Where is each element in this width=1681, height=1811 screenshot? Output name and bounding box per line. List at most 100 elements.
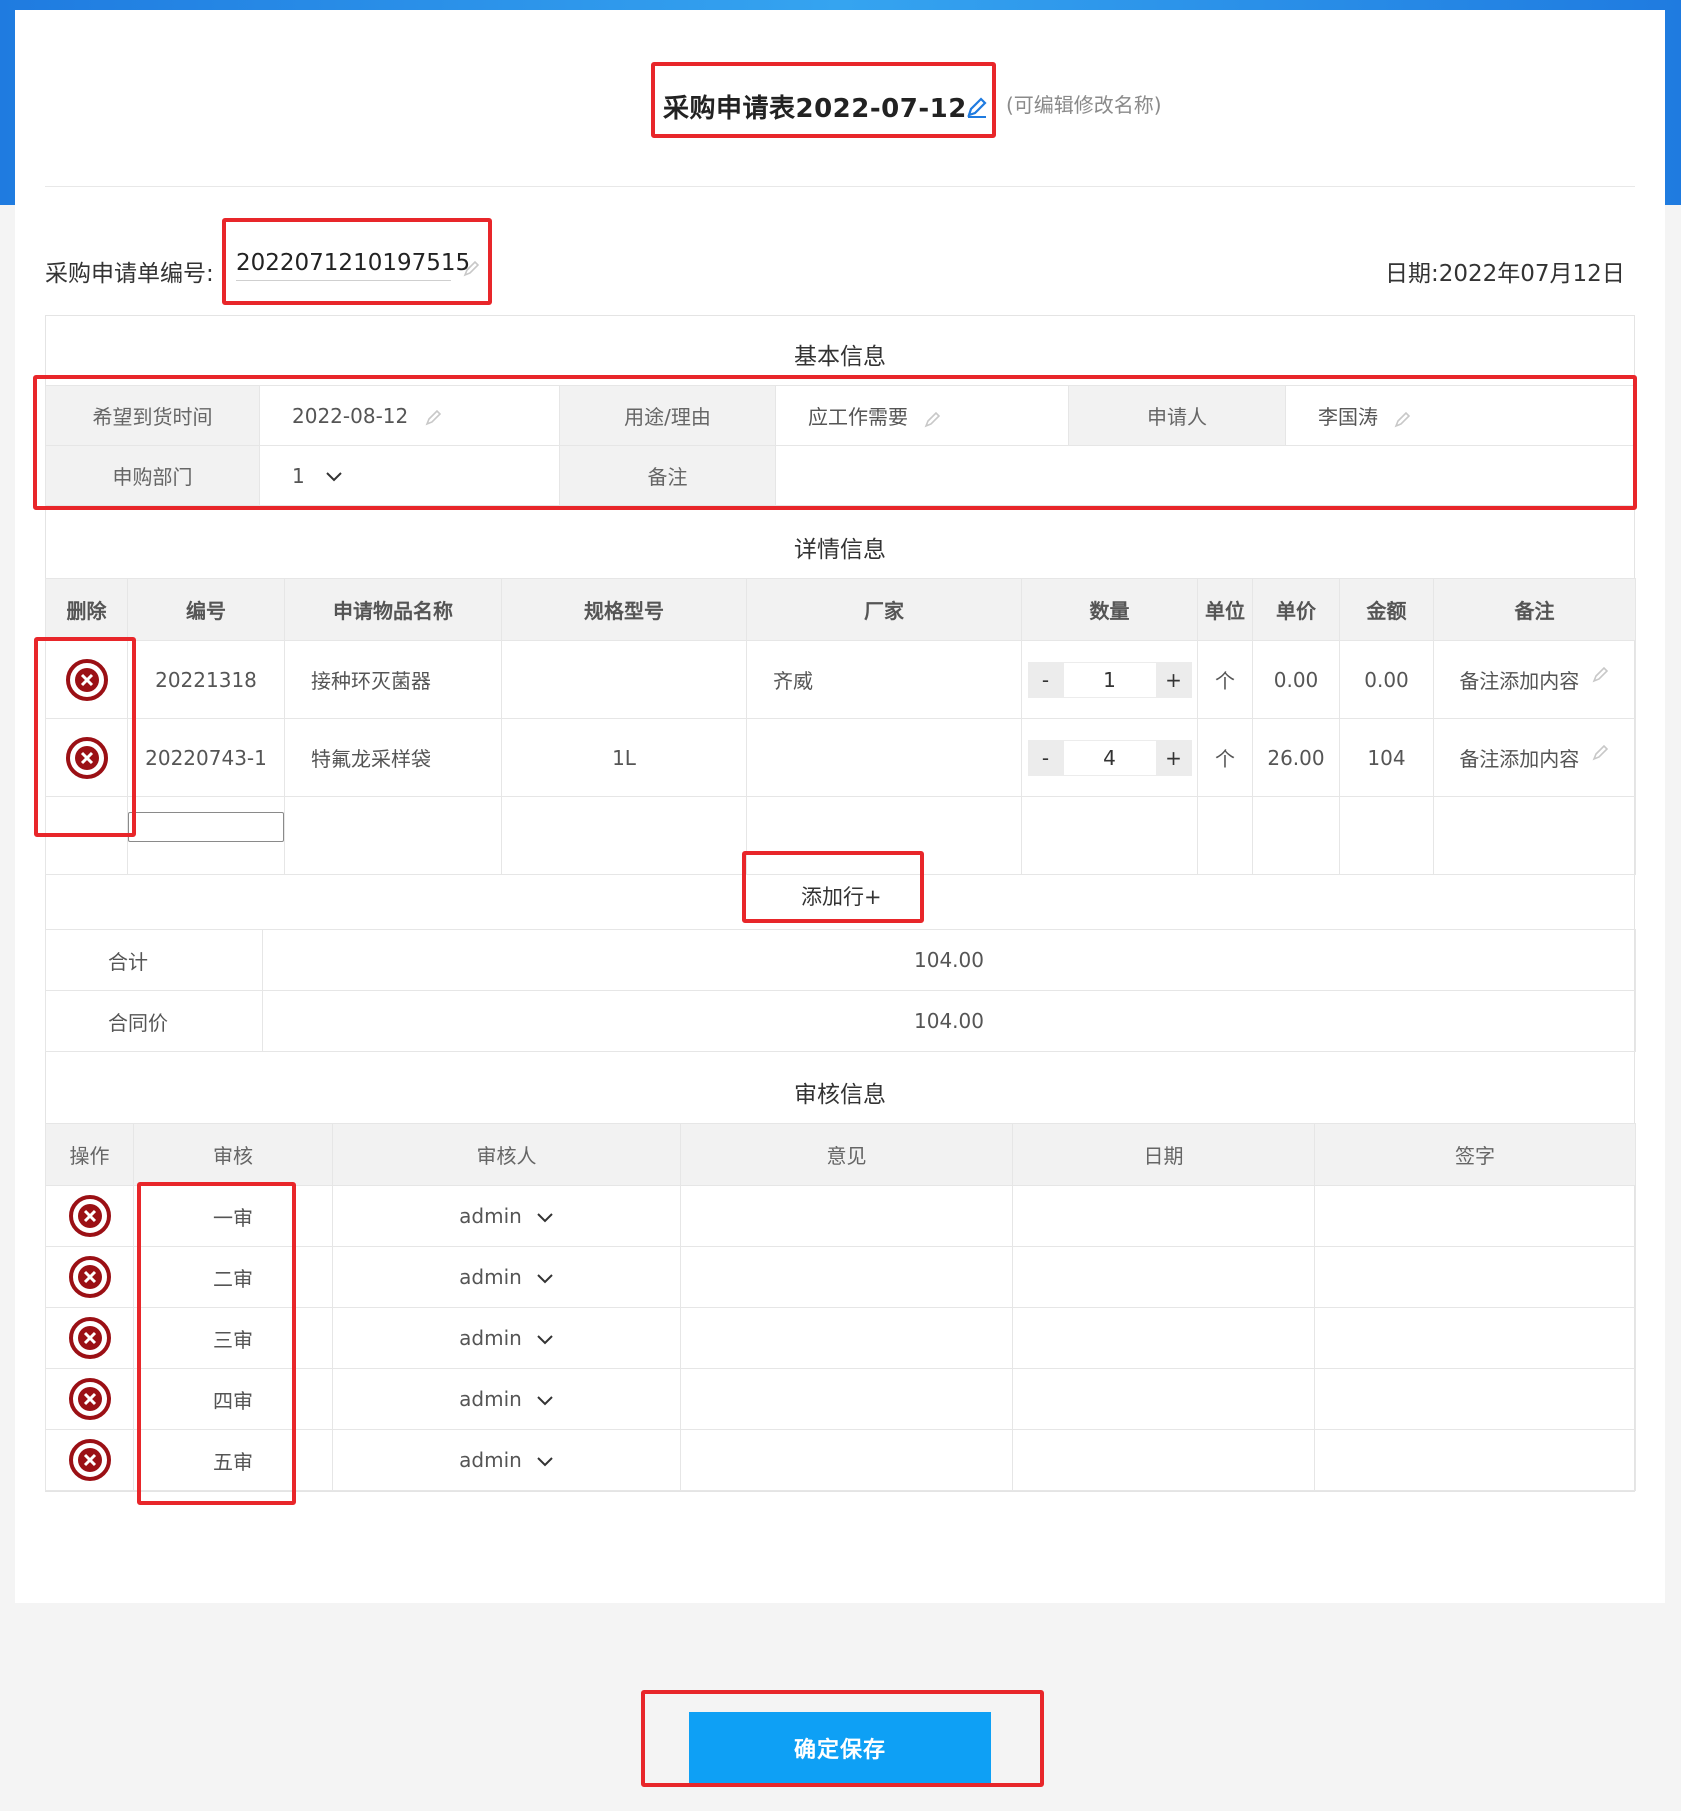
department-select[interactable]: 1	[259, 445, 560, 506]
delete-circle-icon[interactable]	[64, 657, 110, 703]
form-date: 日期:2022年07月12日	[1385, 261, 1625, 287]
item-code: 20220743-1	[127, 718, 285, 797]
item-code: 20221318	[127, 640, 285, 719]
detail-section-title: 详情信息	[794, 537, 886, 563]
item-unit: 个	[1197, 718, 1253, 797]
pencil-icon[interactable]	[1592, 665, 1610, 683]
total-value: 104.00	[262, 929, 1636, 991]
total-label: 合计	[45, 929, 263, 991]
table-row: 三审 admin	[45, 1307, 1636, 1369]
increment-button[interactable]: +	[1155, 739, 1192, 776]
audit-level: 四审	[133, 1368, 333, 1430]
audit-level: 三审	[133, 1307, 333, 1369]
col-note: 备注	[1433, 578, 1636, 641]
col-price: 单价	[1252, 578, 1340, 641]
table-row: 一审 admin	[45, 1185, 1636, 1247]
arrival-time-label: 希望到货时间	[45, 385, 260, 446]
save-button[interactable]: 确定保存	[689, 1712, 991, 1783]
item-amount: 0.00	[1339, 640, 1434, 719]
remark-field[interactable]	[775, 445, 1636, 506]
delete-cell	[45, 718, 128, 797]
add-row-button[interactable]: 添加行+	[801, 881, 882, 911]
col-operation: 操作	[45, 1123, 134, 1186]
item-name: 接种环灭菌器	[284, 640, 502, 719]
col-maker: 厂家	[746, 578, 1022, 641]
col-audit-date: 日期	[1012, 1123, 1315, 1186]
pencil-icon[interactable]	[966, 96, 988, 118]
item-note-field[interactable]: 备注添加内容	[1433, 718, 1636, 797]
chevron-down-icon	[537, 1212, 553, 1222]
opinion-cell[interactable]	[680, 1368, 1013, 1430]
form-title[interactable]: 采购申请表2022-07-12	[663, 88, 967, 125]
item-spec	[501, 640, 747, 719]
signature-cell	[1314, 1246, 1636, 1308]
delete-circle-icon[interactable]	[67, 1315, 113, 1361]
chevron-down-icon	[537, 1456, 553, 1466]
remark-label: 备注	[559, 445, 776, 506]
col-spec: 规格型号	[501, 578, 747, 641]
quantity-input[interactable]: 4	[1063, 739, 1156, 776]
delete-circle-icon[interactable]	[67, 1254, 113, 1300]
opinion-cell[interactable]	[680, 1185, 1013, 1247]
item-maker: 齐威	[746, 640, 1022, 719]
audit-date-cell	[1012, 1185, 1315, 1247]
pencil-icon[interactable]	[425, 408, 443, 426]
reviewer-value: admin	[459, 1265, 522, 1289]
col-code: 编号	[127, 578, 285, 641]
opinion-cell[interactable]	[680, 1246, 1013, 1308]
delete-circle-icon[interactable]	[67, 1193, 113, 1239]
item-note-field[interactable]: 备注添加内容	[1433, 640, 1636, 719]
item-maker	[746, 718, 1022, 797]
col-name: 申请物品名称	[284, 578, 502, 641]
reviewer-value: admin	[459, 1387, 522, 1411]
detail-header-row: 删除 编号 申请物品名称 规格型号 厂家 数量 单位 单价 金额 备注	[45, 578, 1636, 641]
decrement-button[interactable]: -	[1027, 739, 1064, 776]
opinion-cell[interactable]	[680, 1429, 1013, 1491]
department-label: 申购部门	[45, 445, 260, 506]
new-row	[45, 796, 1636, 875]
pencil-icon[interactable]	[463, 259, 481, 277]
applicant-value: 李国涛	[1318, 405, 1378, 429]
signature-cell	[1314, 1368, 1636, 1430]
contract-price-label: 合同价	[45, 990, 263, 1052]
applicant-field[interactable]: 李国涛	[1285, 385, 1636, 446]
quantity-stepper: - 1 +	[1021, 640, 1198, 719]
increment-button[interactable]: +	[1155, 661, 1192, 698]
signature-cell	[1314, 1185, 1636, 1247]
table-row: 二审 admin	[45, 1246, 1636, 1308]
pencil-icon[interactable]	[924, 410, 942, 428]
pencil-icon[interactable]	[1394, 410, 1412, 428]
table-row: 20220743-1 特氟龙采样袋 1L - 4 + 个 26.00 104 备…	[45, 718, 1636, 797]
reviewer-select[interactable]: admin	[332, 1307, 681, 1369]
quantity-input[interactable]: 1	[1063, 661, 1156, 698]
col-signature: 签字	[1314, 1123, 1636, 1186]
delete-circle-icon[interactable]	[67, 1376, 113, 1422]
pencil-icon[interactable]	[1592, 743, 1610, 761]
decrement-button[interactable]: -	[1027, 661, 1064, 698]
audit-date-cell	[1012, 1429, 1315, 1491]
col-reviewer: 审核人	[332, 1123, 681, 1186]
reviewer-select[interactable]: admin	[332, 1429, 681, 1491]
col-qty: 数量	[1021, 578, 1198, 641]
table-row: 四审 admin	[45, 1368, 1636, 1430]
col-opinion: 意见	[680, 1123, 1013, 1186]
divider	[45, 186, 1635, 187]
delete-circle-icon[interactable]	[64, 735, 110, 781]
request-number-input[interactable]: 2022071210197515	[236, 250, 470, 281]
new-code-input[interactable]	[128, 812, 284, 842]
purpose-field[interactable]: 应工作需要	[775, 385, 1069, 446]
reviewer-select[interactable]: admin	[332, 1185, 681, 1247]
chevron-down-icon	[537, 1395, 553, 1405]
arrival-time-field[interactable]: 2022-08-12	[259, 385, 560, 446]
opinion-cell[interactable]	[680, 1307, 1013, 1369]
audit-level: 五审	[133, 1429, 333, 1491]
item-note: 备注添加内容	[1459, 669, 1580, 693]
reviewer-value: admin	[459, 1204, 522, 1228]
reviewer-select[interactable]: admin	[332, 1246, 681, 1308]
summary-table: 合计 104.00 合同价 104.00	[45, 929, 1636, 1052]
audit-date-cell	[1012, 1246, 1315, 1308]
audit-level: 二审	[133, 1246, 333, 1308]
reviewer-select[interactable]: admin	[332, 1368, 681, 1430]
audit-header-row: 操作 审核 审核人 意见 日期 签字	[45, 1123, 1636, 1186]
delete-circle-icon[interactable]	[67, 1437, 113, 1483]
